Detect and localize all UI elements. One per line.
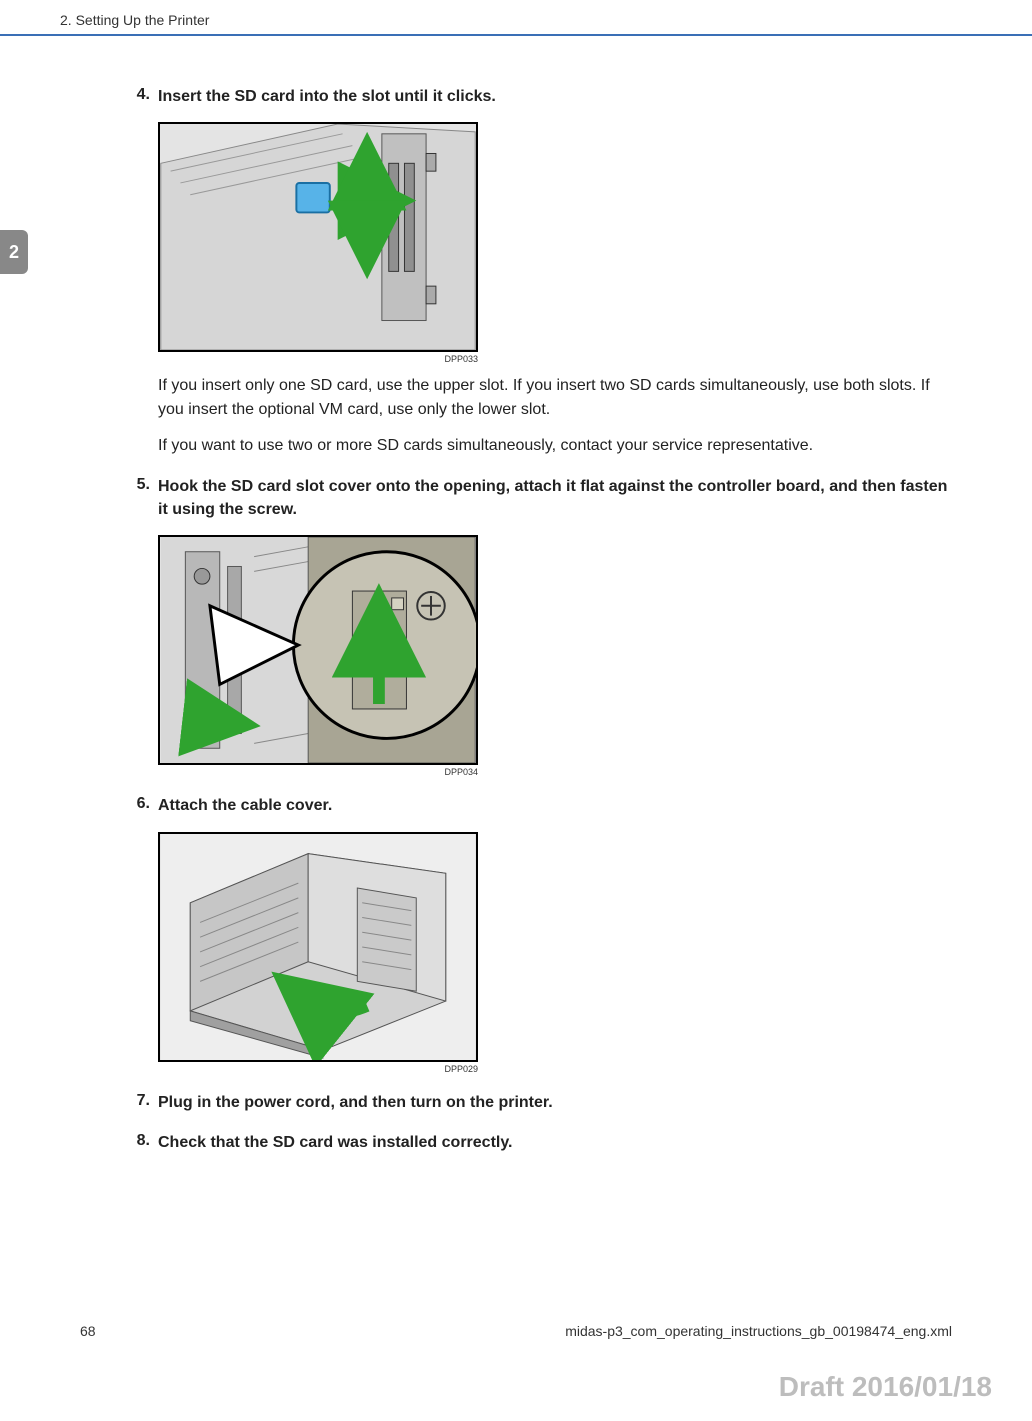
page-header: 2. Setting Up the Printer bbox=[0, 0, 1032, 36]
figure-dpp033 bbox=[158, 122, 478, 352]
step-number: 8. bbox=[120, 1132, 158, 1150]
step-body-paragraph: If you want to use two or more SD cards … bbox=[158, 434, 952, 458]
step-5: 5. Hook the SD card slot cover onto the … bbox=[120, 476, 952, 777]
page-footer: 68 midas-p3_com_operating_instructions_g… bbox=[0, 1323, 1032, 1339]
step-7: 7. Plug in the power cord, and then turn… bbox=[120, 1092, 952, 1114]
figure-caption: DPP029 bbox=[158, 1064, 478, 1074]
chapter-tab-number: 2 bbox=[9, 242, 19, 263]
figure-dpp029 bbox=[158, 832, 478, 1062]
step-title: Plug in the power cord, and then turn on… bbox=[158, 1092, 952, 1114]
step-4: 4. Insert the SD card into the slot unti… bbox=[120, 86, 952, 458]
draft-stamp: Draft 2016/01/18 bbox=[779, 1371, 992, 1403]
figure-dpp034 bbox=[158, 535, 478, 765]
step-number: 7. bbox=[120, 1092, 158, 1110]
step-title: Hook the SD card slot cover onto the ope… bbox=[158, 476, 952, 521]
figure-caption: DPP034 bbox=[158, 767, 478, 777]
chapter-tab: 2 bbox=[0, 230, 28, 274]
step-8: 8. Check that the SD card was installed … bbox=[120, 1132, 952, 1154]
step-body-paragraph: If you insert only one SD card, use the … bbox=[158, 374, 952, 422]
file-id: midas-p3_com_operating_instructions_gb_0… bbox=[565, 1323, 952, 1339]
step-title: Attach the cable cover. bbox=[158, 795, 952, 817]
step-number: 5. bbox=[120, 476, 158, 494]
step-body: If you insert only one SD card, use the … bbox=[158, 374, 952, 458]
chapter-title: 2. Setting Up the Printer bbox=[60, 12, 209, 28]
step-6: 6. Attach the cable cover. bbox=[120, 795, 952, 1073]
content-area: 4. Insert the SD card into the slot unti… bbox=[0, 36, 1032, 1154]
step-title: Insert the SD card into the slot until i… bbox=[158, 86, 952, 108]
step-number: 6. bbox=[120, 795, 158, 813]
figure-caption: DPP033 bbox=[158, 354, 478, 364]
page-number: 68 bbox=[80, 1323, 96, 1339]
step-number: 4. bbox=[120, 86, 158, 104]
step-title: Check that the SD card was installed cor… bbox=[158, 1132, 952, 1154]
page: 2. Setting Up the Printer 2 4. Insert th… bbox=[0, 0, 1032, 1421]
